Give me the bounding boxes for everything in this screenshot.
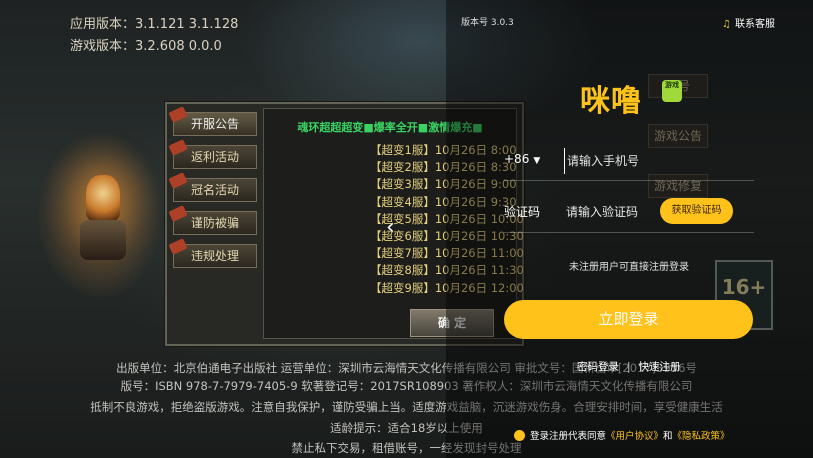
code-label: 验证码 bbox=[504, 205, 541, 219]
country-code-select[interactable]: +86 ▼ bbox=[504, 152, 540, 166]
phone-row: +86 ▼ bbox=[504, 144, 754, 181]
quick-register-link[interactable]: 快速注册 bbox=[639, 361, 681, 373]
login-button[interactable]: 立即登录 bbox=[504, 300, 753, 339]
agreement-row: 登录注册代表同意《用户协议》和《隐私政策》 bbox=[514, 428, 730, 442]
version-number: 版本号 3.0.3 bbox=[461, 18, 514, 28]
brand-logo: 咪噜 bbox=[580, 84, 642, 119]
agreement-checkbox[interactable] bbox=[514, 430, 525, 441]
brand-logo-badge: 游戏 bbox=[662, 80, 682, 102]
contact-support-link[interactable]: ♫ 联系客服 bbox=[722, 15, 775, 30]
separator: | bbox=[627, 361, 631, 373]
privacy-policy-link[interactable]: 《隐私政策》 bbox=[673, 431, 730, 442]
register-hint: 未注册用户可直接注册登录 bbox=[569, 262, 689, 273]
user-agreement-link[interactable]: 《用户协议》 bbox=[606, 431, 663, 442]
chevron-down-icon: ▼ bbox=[533, 156, 541, 166]
back-chevron-icon[interactable]: ‹ bbox=[386, 215, 395, 240]
alt-login-links: 密码登录 | 快速注册 bbox=[577, 359, 681, 374]
phone-input[interactable] bbox=[564, 148, 749, 174]
code-input[interactable] bbox=[564, 199, 658, 225]
password-login-link[interactable]: 密码登录 bbox=[577, 361, 619, 373]
overlay-dim bbox=[0, 0, 446, 458]
headset-icon: ♫ bbox=[722, 19, 731, 30]
code-row: 验证码 获取验证码 bbox=[504, 196, 754, 233]
get-code-button[interactable]: 获取验证码 bbox=[660, 198, 733, 224]
